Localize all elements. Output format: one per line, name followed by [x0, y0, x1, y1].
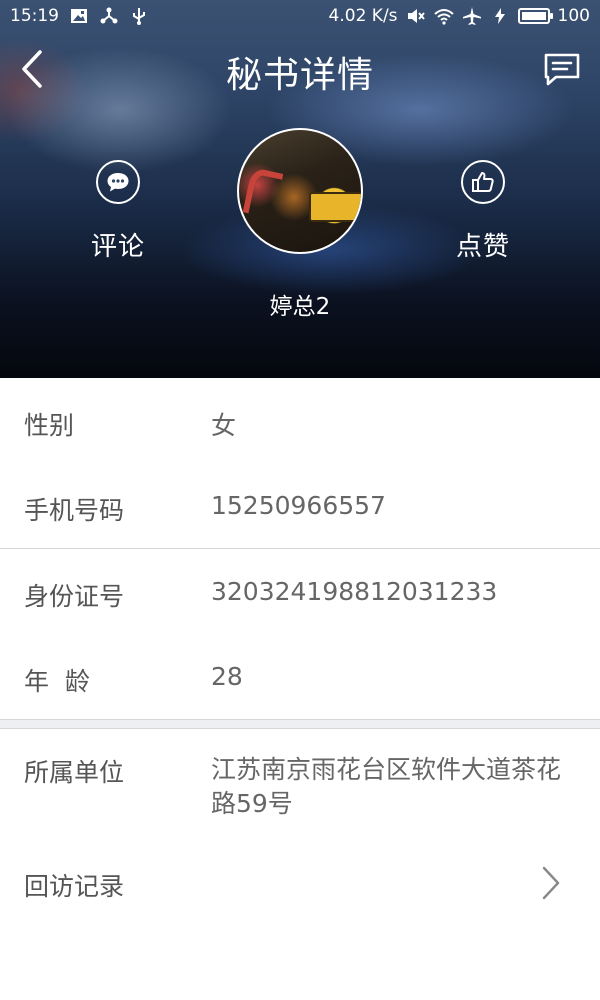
message-button[interactable] [542, 52, 582, 88]
age-value: 28 [211, 662, 243, 691]
airplane-icon [462, 6, 482, 26]
id-number-value: 320324198812031233 [211, 577, 498, 606]
share-notification-icon [99, 6, 119, 26]
message-square-icon [544, 53, 580, 86]
status-bar: 15:19 4.02 K/s 100 [0, 0, 600, 34]
status-time: 15:19 [10, 6, 59, 26]
comment-bubble-icon [107, 173, 129, 192]
gender-row: 性别 女 [0, 378, 600, 463]
profile-header: 15:19 4.02 K/s 100 秘书详情 评论 点赞 婷总2 [0, 0, 600, 378]
phone-label: 手机号码 [24, 496, 125, 525]
gender-label: 性别 [24, 411, 75, 440]
phone-row: 手机号码 15250966557 [0, 463, 600, 548]
mute-icon [406, 6, 426, 26]
id-number-row: 身份证号 320324198812031233 [0, 549, 600, 634]
page-title: 秘书详情 [225, 55, 374, 96]
detail-list: 性别 女 手机号码 15250966557 身份证号 3203241988120… [0, 378, 600, 937]
comment-label: 评论 [90, 232, 145, 262]
visit-record-label: 回访记录 [24, 872, 125, 901]
battery-percent: 100 [557, 6, 590, 26]
charging-icon [490, 6, 510, 26]
comment-button[interactable]: 评论 [58, 160, 178, 263]
gender-value: 女 [211, 411, 237, 440]
wifi-icon [433, 6, 454, 26]
thumbs-up-icon [472, 172, 494, 192]
visit-record-row[interactable]: 回访记录 [0, 847, 600, 937]
company-label: 所属单位 [24, 758, 125, 787]
section-divider [0, 719, 600, 729]
image-notification-icon [69, 6, 89, 26]
battery-icon [517, 8, 553, 24]
network-speed: 4.02 K/s [328, 6, 398, 26]
avatar [237, 128, 363, 254]
user-name: 婷总2 [269, 294, 331, 320]
phone-value: 15250966557 [211, 491, 386, 520]
company-value: 江苏南京雨花台区软件大道茶花路59号 [211, 755, 562, 818]
id-number-label: 身份证号 [24, 582, 125, 611]
title-bar: 秘书详情 [0, 34, 600, 104]
company-row: 所属单位 江苏南京雨花台区软件大道茶花路59号 [0, 729, 600, 847]
usb-icon [129, 6, 149, 26]
battery-level [521, 12, 546, 20]
age-label: 年 龄 [24, 667, 90, 696]
chevron-right-icon [542, 866, 560, 900]
like-label: 点赞 [455, 232, 510, 262]
like-button[interactable]: 点赞 [423, 160, 543, 263]
age-row: 年 龄 28 [0, 634, 600, 719]
